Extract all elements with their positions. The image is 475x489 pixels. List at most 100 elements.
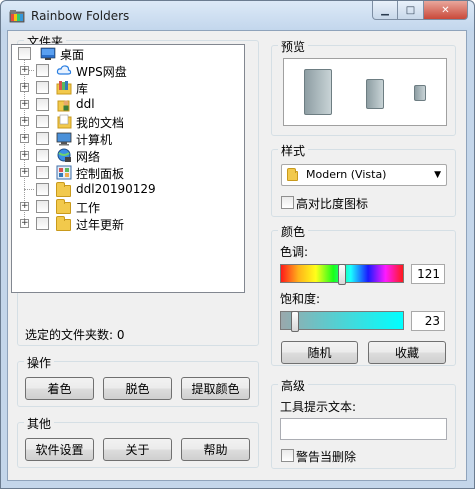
tree-node-label: 我的文档	[76, 116, 125, 130]
tree-branch	[24, 189, 34, 190]
maximize-icon: □	[405, 4, 416, 16]
folder-preview-large-icon	[304, 69, 332, 115]
tree-node-control-panel[interactable]: + 控制面板	[12, 164, 242, 181]
documents-icon	[57, 114, 72, 129]
tree-node-documents[interactable]: + 我的文档	[12, 113, 242, 130]
style-dropdown-value: Modern (Vista)	[306, 168, 387, 181]
tree-node-library[interactable]: + 库	[12, 79, 242, 96]
operations-group-title: 操作	[24, 354, 55, 371]
tree-node-label: 过年更新	[76, 218, 125, 232]
tree-node-computer[interactable]: + 计算机	[12, 130, 242, 147]
decolorize-button[interactable]: 脱色	[103, 377, 172, 400]
tree-node-checkbox[interactable]	[36, 217, 49, 230]
user-folder-icon	[57, 100, 70, 112]
expand-toggle[interactable]: +	[20, 117, 29, 126]
tree-node-new-year-update[interactable]: + 过年更新	[12, 215, 242, 232]
tree-node-desktop[interactable]: 桌面	[12, 45, 242, 62]
tree-node-label: ddl20190129	[76, 182, 156, 196]
favorites-button[interactable]: 收藏	[368, 341, 446, 364]
tooltip-text-label: 工具提示文本:	[280, 400, 357, 414]
tree-node-label: 库	[76, 82, 89, 96]
window-title: Rainbow Folders	[31, 9, 130, 23]
settings-button[interactable]: 软件设置	[25, 438, 94, 461]
expand-toggle[interactable]: +	[20, 134, 29, 143]
expand-toggle[interactable]: +	[20, 202, 29, 211]
close-button[interactable]: ✕	[424, 1, 468, 20]
tree-node-label: 控制面板	[76, 167, 125, 181]
tree-node-checkbox[interactable]	[18, 47, 31, 60]
about-button-label: 关于	[125, 443, 150, 457]
high-contrast-label: 高对比度图标	[296, 197, 369, 211]
expand-toggle[interactable]: +	[20, 151, 29, 160]
tree-node-label: 工作	[76, 201, 101, 215]
tree-node-checkbox[interactable]	[36, 132, 49, 145]
extract-color-button-label: 提取颜色	[191, 382, 240, 396]
tooltip-text-input[interactable]	[280, 418, 447, 440]
expand-toggle[interactable]: +	[20, 83, 29, 92]
colorize-button[interactable]: 着色	[25, 377, 94, 400]
chevron-down-icon: ▼	[434, 170, 441, 180]
folder-icon	[287, 168, 298, 181]
minimize-icon: ▁	[381, 4, 389, 16]
tree-node-checkbox[interactable]	[36, 149, 49, 162]
preview-area	[283, 58, 447, 126]
other-group-title: 其他	[24, 415, 55, 432]
folder-preview-small-icon	[414, 85, 426, 101]
desktop-icon	[40, 47, 56, 60]
tree-node-work[interactable]: + 工作	[12, 198, 242, 215]
tree-node-checkbox[interactable]	[36, 98, 49, 111]
expand-toggle[interactable]: +	[20, 219, 29, 228]
saturation-value-field[interactable]: 23	[411, 311, 445, 331]
saturation-slider-thumb[interactable]	[291, 311, 299, 332]
hue-value-field[interactable]: 121	[411, 264, 445, 284]
decolorize-button-label: 脱色	[125, 382, 150, 396]
folder-tree[interactable]: 桌面 + WPS网盘 + 库 + ddl + 我的文档 + 计算机 + 网络 +…	[11, 44, 245, 293]
tree-node-wps-cloud[interactable]: + WPS网盘	[12, 62, 242, 79]
warn-delete-checkbox[interactable]	[281, 449, 294, 462]
tree-node-label: ddl	[76, 97, 95, 111]
style-group-title: 样式	[278, 142, 309, 159]
high-contrast-checkbox[interactable]	[281, 196, 294, 209]
tree-node-checkbox[interactable]	[36, 115, 49, 128]
saturation-slider[interactable]	[280, 311, 404, 332]
tree-node-label: 网络	[76, 150, 101, 164]
expand-toggle[interactable]: +	[20, 66, 29, 75]
about-button[interactable]: 关于	[103, 438, 172, 461]
tree-node-label: WPS网盘	[76, 65, 127, 79]
hue-slider[interactable]	[280, 264, 404, 285]
rainbow-folder-app-icon	[9, 10, 25, 23]
color-group-title: 颜色	[278, 223, 309, 240]
expand-toggle[interactable]: +	[20, 168, 29, 177]
random-button[interactable]: 随机	[281, 341, 358, 364]
tree-node-ddl20190129[interactable]: ddl20190129	[12, 181, 242, 198]
tree-node-network[interactable]: + 网络	[12, 147, 242, 164]
settings-button-label: 软件设置	[35, 443, 84, 457]
help-button[interactable]: 帮助	[181, 438, 250, 461]
title-bar[interactable]: Rainbow Folders ▁ □ ✕	[1, 1, 474, 31]
colorize-button-label: 着色	[47, 382, 72, 396]
network-icon	[57, 148, 71, 162]
tree-node-ddl[interactable]: + ddl	[12, 96, 242, 113]
minimize-button[interactable]: ▁	[372, 1, 398, 20]
close-icon: ✕	[441, 4, 450, 16]
tree-node-checkbox[interactable]	[36, 200, 49, 213]
tree-node-checkbox[interactable]	[36, 81, 49, 94]
control-panel-icon	[56, 165, 72, 180]
random-button-label: 随机	[307, 346, 332, 360]
caption-buttons: ▁ □ ✕	[372, 1, 468, 21]
maximize-button[interactable]: □	[398, 1, 424, 20]
folder-icon	[56, 216, 71, 231]
hue-slider-thumb[interactable]	[338, 264, 346, 285]
tree-node-checkbox[interactable]	[36, 166, 49, 179]
extract-color-button[interactable]: 提取颜色	[181, 377, 250, 400]
expand-toggle[interactable]: +	[20, 100, 29, 109]
style-dropdown[interactable]: Modern (Vista) ▼	[281, 164, 447, 186]
folder-preview-medium-icon	[366, 79, 384, 109]
hue-label: 色调:	[280, 245, 309, 259]
tree-node-checkbox[interactable]	[36, 64, 49, 77]
tree-node-checkbox[interactable]	[36, 183, 49, 196]
tree-node-label: 桌面	[60, 48, 85, 62]
folder-icon	[56, 182, 71, 197]
computer-icon	[56, 132, 72, 146]
folder-icon	[56, 199, 71, 214]
